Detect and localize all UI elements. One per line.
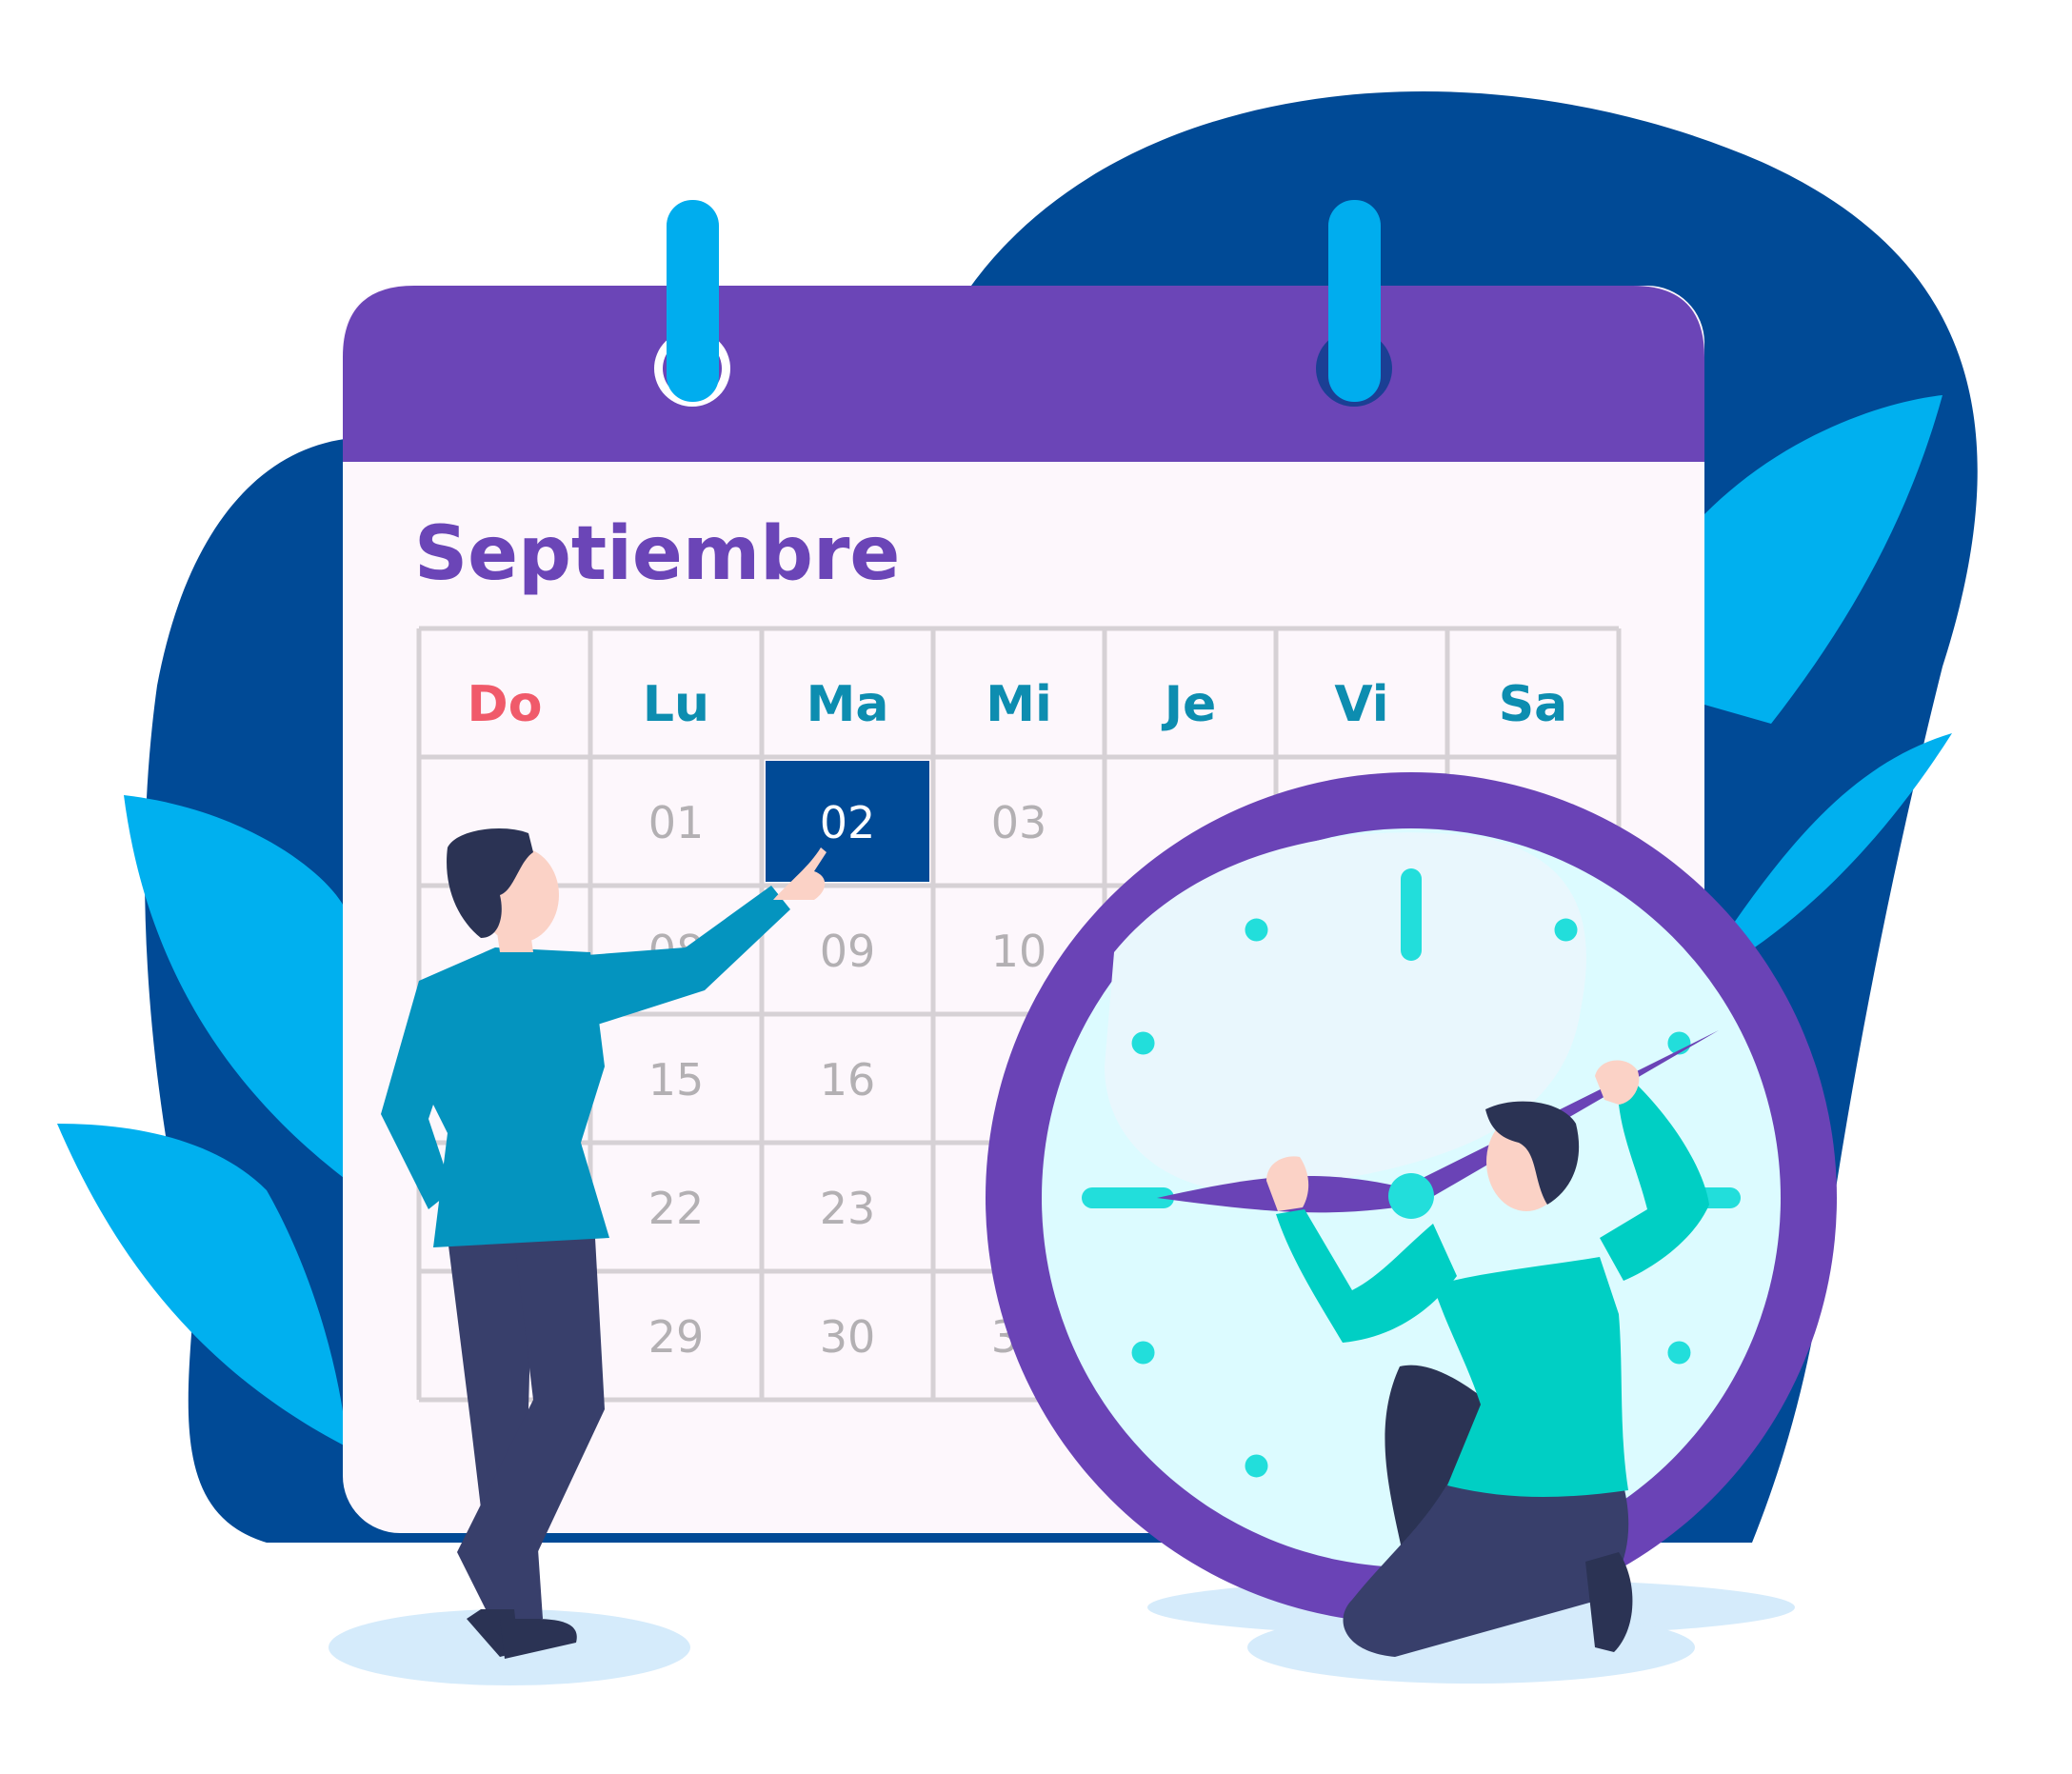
day-number: 02 [820, 797, 876, 848]
day-number: 23 [820, 1183, 876, 1234]
calendar-header [343, 286, 1704, 462]
weekday-label: Je [1162, 676, 1217, 733]
clock-dot-marker [1131, 1031, 1155, 1055]
scheduling-illustration: Septiembre DoLuMaMiJeViSa010203080910151… [57, 90, 1978, 1685]
day-cell[interactable]: 09 [820, 926, 876, 977]
weekday-label: Ma [807, 676, 889, 733]
clock-dot-marker [1554, 918, 1578, 942]
day-cell-selected[interactable]: 02 [766, 761, 929, 882]
day-number: 29 [648, 1311, 705, 1363]
day-number: 15 [648, 1054, 705, 1106]
day-cell[interactable]: 16 [820, 1054, 876, 1106]
clock-center-pin [1388, 1173, 1434, 1219]
binder-ring-right [1328, 200, 1381, 402]
clock-dot-marker [1245, 918, 1268, 942]
day-number: 22 [648, 1183, 705, 1234]
weekday-label: Lu [643, 676, 709, 733]
weekday-label: Mi [986, 676, 1052, 733]
weekday-label: Vi [1334, 676, 1388, 733]
binder-ring-left [667, 200, 719, 402]
weekday-label: Sa [1499, 676, 1568, 733]
day-number: 10 [991, 926, 1047, 977]
day-number: 03 [991, 797, 1047, 848]
day-number: 01 [648, 797, 705, 848]
day-cell[interactable]: 29 [648, 1311, 705, 1363]
day-number: 09 [820, 926, 876, 977]
day-cell[interactable]: 23 [820, 1183, 876, 1234]
day-number: 16 [820, 1054, 876, 1106]
day-cell[interactable]: 01 [648, 797, 705, 848]
day-number: 30 [820, 1311, 876, 1363]
month-title: Septiembre [414, 511, 900, 597]
day-cell[interactable]: 30 [820, 1311, 876, 1363]
day-cell[interactable]: 22 [648, 1183, 705, 1234]
day-cell[interactable]: 15 [648, 1054, 705, 1106]
clock-dot-marker [1131, 1341, 1155, 1365]
clock-dot-marker [1667, 1341, 1691, 1365]
day-cell[interactable]: 10 [991, 926, 1047, 977]
day-cell[interactable]: 03 [991, 797, 1047, 848]
weekday-label: Do [468, 676, 543, 733]
clock-dot-marker [1245, 1454, 1268, 1478]
